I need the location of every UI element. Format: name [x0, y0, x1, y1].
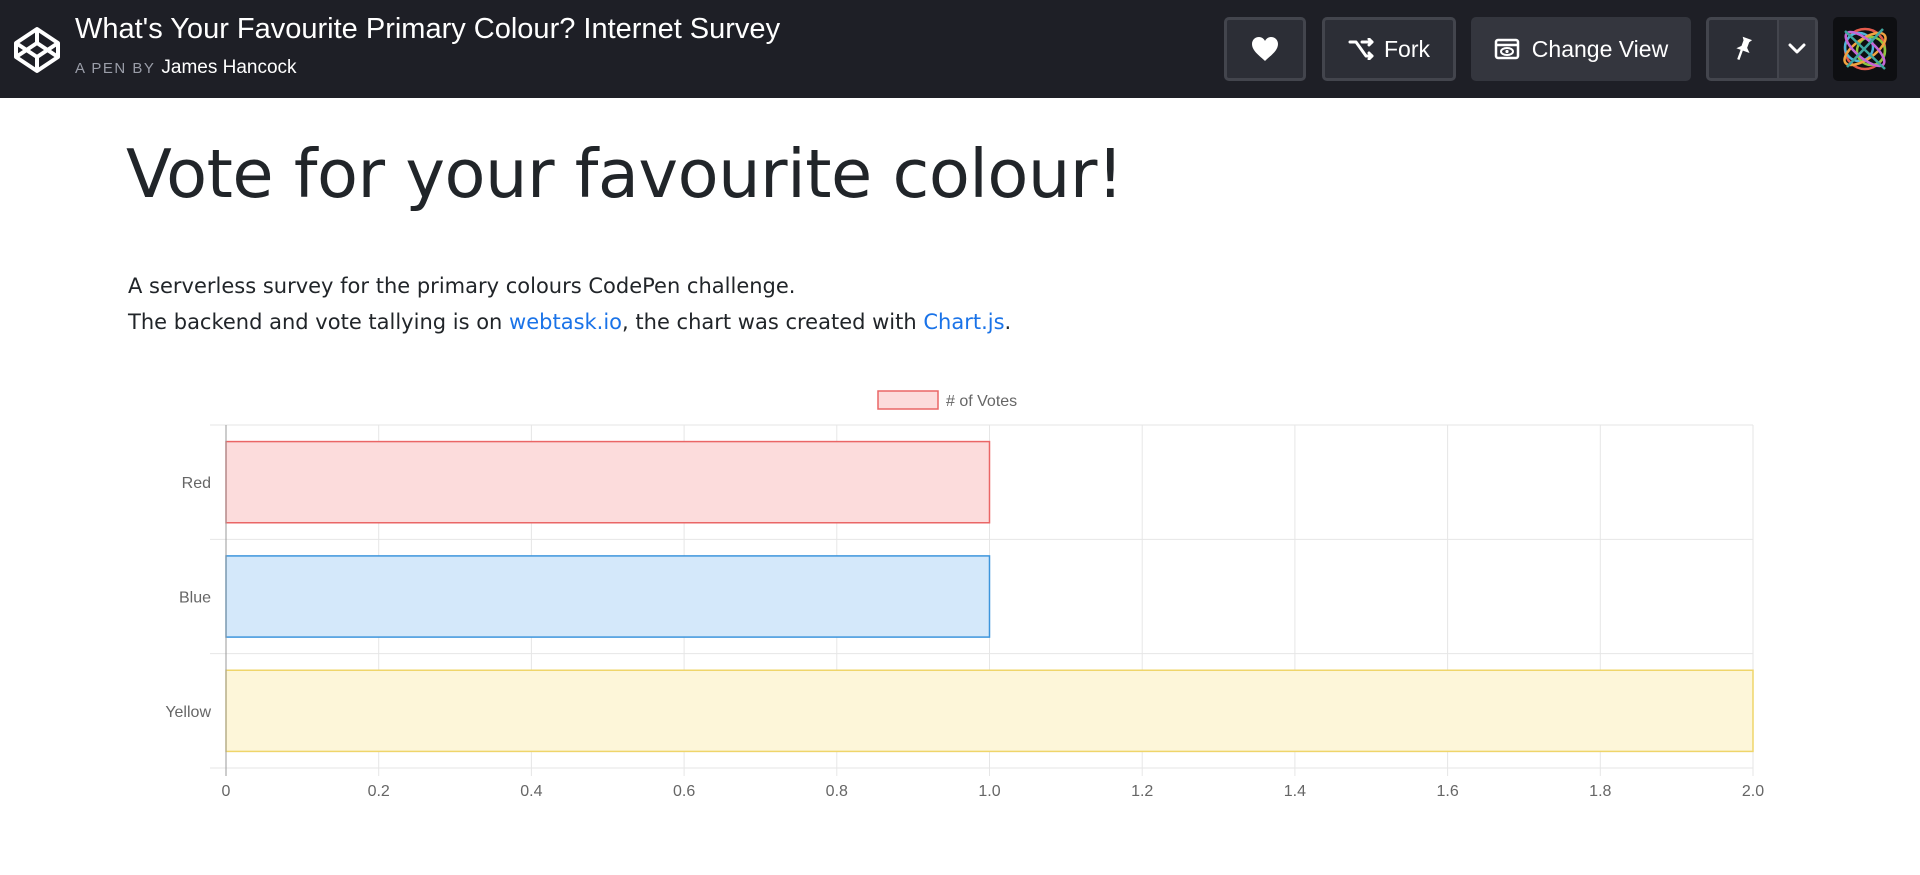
intro-text-middle: , the chart was created with — [622, 310, 924, 334]
pin-icon — [1731, 36, 1755, 62]
webtask-link[interactable]: webtask.io — [509, 310, 622, 334]
user-avatar[interactable] — [1833, 17, 1897, 81]
chevron-down-icon — [1788, 43, 1806, 55]
x-tick-label: 0.8 — [826, 783, 848, 800]
chartjs-link[interactable]: Chart.js — [923, 310, 1004, 334]
change-view-label: Change View — [1531, 35, 1669, 62]
x-tick-label: 0.6 — [673, 783, 695, 800]
bar-red — [225, 440, 991, 524]
page-heading: Vote for your favourite colour! — [126, 135, 1124, 213]
chart-legend: # of Votes — [877, 390, 1017, 410]
intro-line-2: The backend and vote tallying is on webt… — [128, 310, 1011, 334]
chart-axes: 0 0.2 0.4 0.6 0.8 1.0 1.2 1.4 1.6 1.8 2.0 Red Blue Ye… — [165, 425, 1764, 800]
y-tick-label: Red — [182, 475, 211, 492]
y-tick-label: Yellow — [165, 704, 211, 721]
top-bar: What's Your Favourite Primary Colour? In… — [0, 0, 1920, 98]
intro-text-before: The backend and vote tallying is on — [128, 310, 510, 334]
heart-icon — [1251, 36, 1279, 62]
x-tick-label: 1.6 — [1436, 783, 1458, 800]
like-button[interactable] — [1224, 17, 1306, 81]
x-tick-label: 0.2 — [368, 783, 390, 800]
more-options-button[interactable] — [1779, 20, 1815, 78]
legend-swatch — [877, 390, 939, 410]
bar-yellow — [225, 669, 1754, 753]
legend-label: # of Votes — [946, 393, 1017, 410]
pin-button-group — [1706, 17, 1818, 81]
x-tick-label: 1.4 — [1284, 783, 1306, 800]
chart-grid — [210, 424, 1754, 776]
pin-button[interactable] — [1709, 20, 1779, 78]
fork-icon — [1348, 38, 1374, 60]
votes-bar-chart: 0 0.2 0.4 0.6 0.8 1.0 1.2 1.4 1.6 1.8 2.0 Red Blue Ye… — [165, 390, 1764, 800]
chart-bars — [225, 440, 1754, 753]
codepen-logo-icon[interactable] — [12, 25, 62, 75]
bar-blue — [225, 555, 991, 638]
fork-label: Fork — [1384, 35, 1430, 62]
by-label: A PEN BY — [75, 60, 156, 77]
pen-title: What's Your Favourite Primary Colour? In… — [75, 13, 781, 45]
x-tick-label: 2.0 — [1742, 783, 1764, 800]
intro-line-1: A serverless survey for the primary colo… — [128, 274, 796, 298]
fork-button[interactable]: Fork — [1322, 17, 1456, 81]
change-view-icon — [1494, 38, 1520, 60]
change-view-button[interactable]: Change View — [1471, 17, 1691, 81]
pen-byline: A PEN BY James Hancock — [75, 57, 297, 79]
author-link[interactable]: James Hancock — [161, 57, 296, 78]
x-tick-label: 0 — [222, 783, 231, 800]
x-tick-label: 0.4 — [520, 783, 542, 800]
intro-text-after: . — [1004, 310, 1012, 334]
x-tick-label: 1.0 — [978, 783, 1000, 800]
x-tick-label: 1.2 — [1131, 783, 1153, 800]
y-tick-label: Blue — [179, 590, 211, 607]
x-tick-label: 1.8 — [1589, 783, 1611, 800]
